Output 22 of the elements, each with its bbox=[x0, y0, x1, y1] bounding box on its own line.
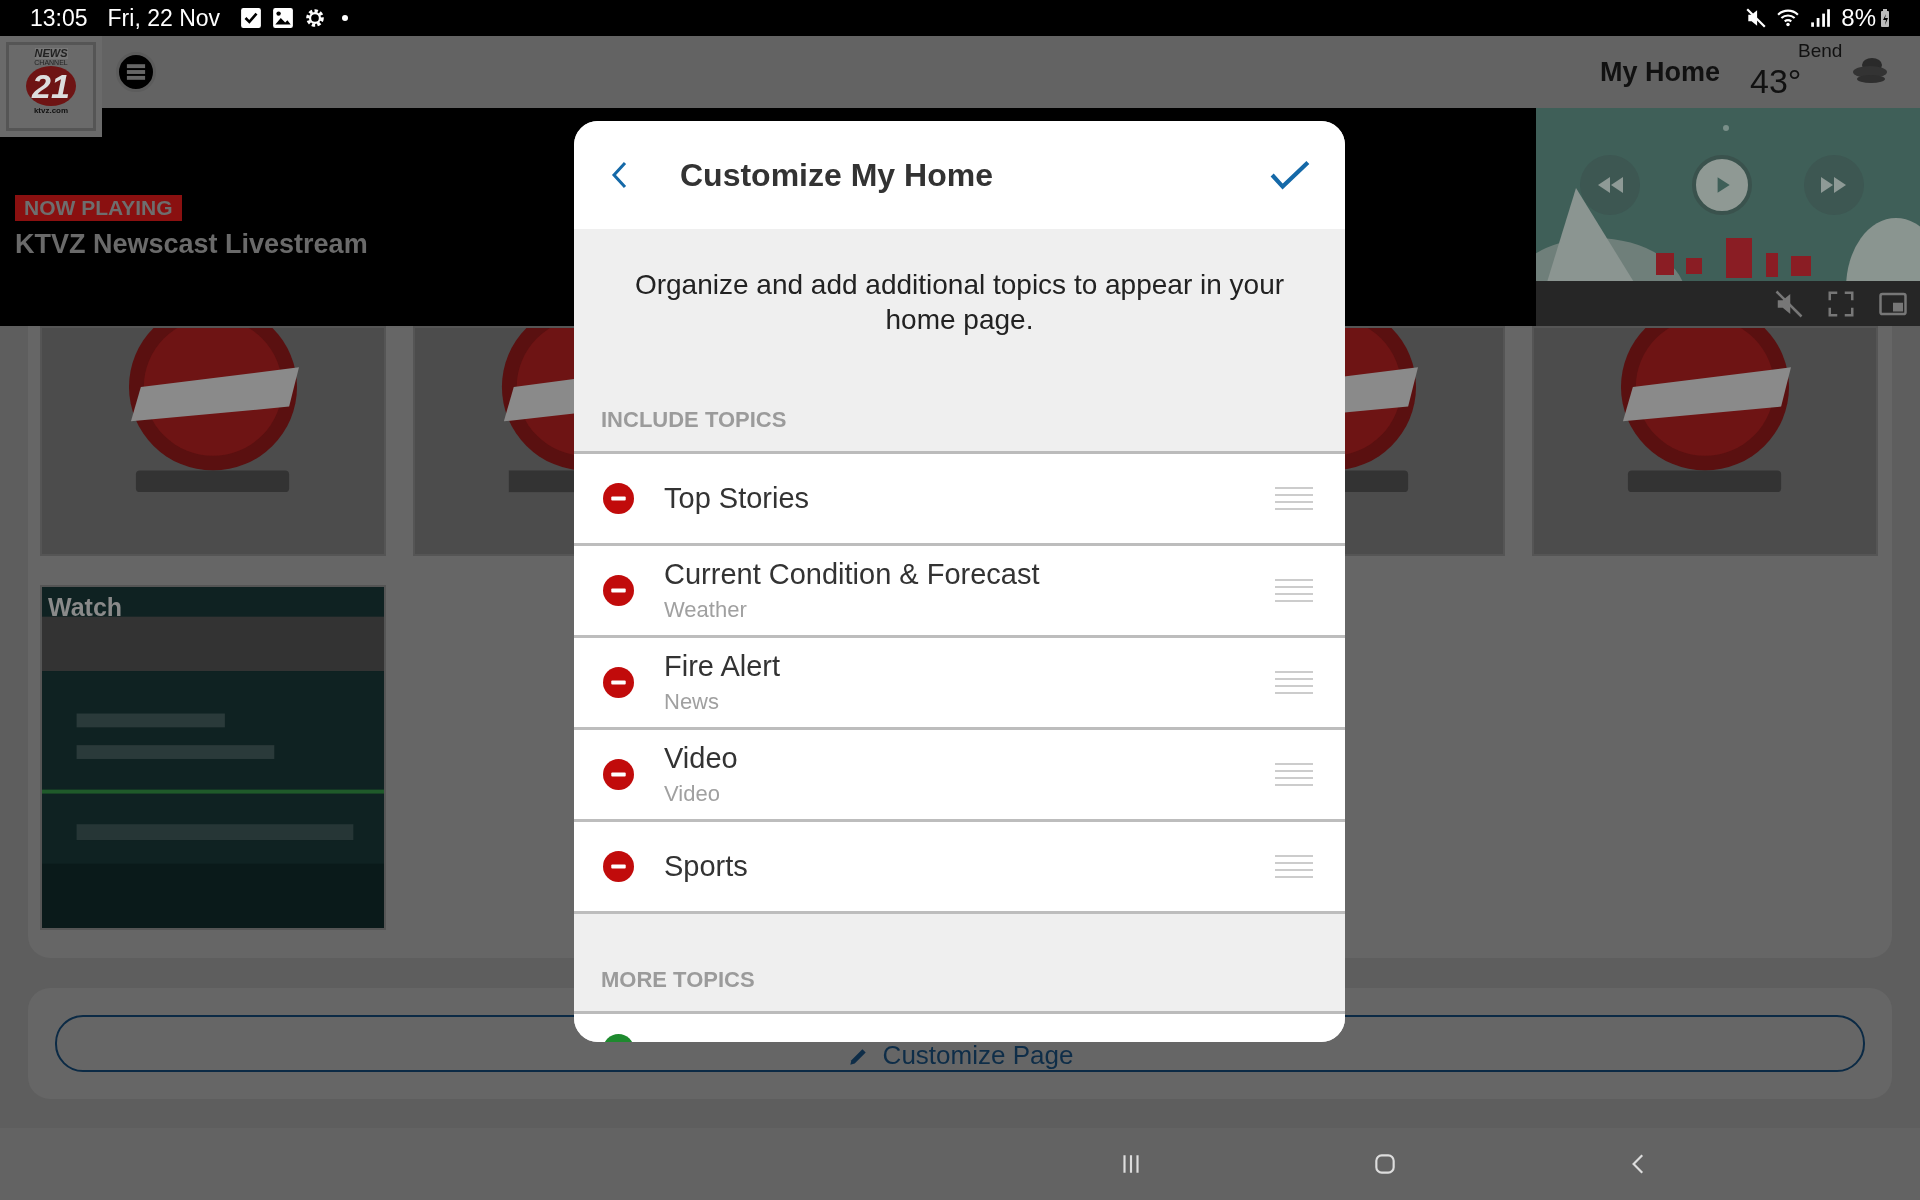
topic-title: Top Stories bbox=[664, 482, 811, 515]
clock: 13:05 bbox=[30, 4, 88, 32]
card-label: Watch bbox=[48, 593, 123, 622]
section-label: INCLUDE TOPICS bbox=[600, 407, 788, 433]
video-card[interactable]: Watch bbox=[40, 585, 386, 930]
temperature: 43° bbox=[1750, 62, 1802, 101]
date: Fri, 22 Nov bbox=[107, 4, 221, 32]
dialog-description: Organize and add additional topics to appear in your home page. bbox=[633, 268, 1286, 337]
topic-title: Fire Alert bbox=[664, 650, 782, 683]
now-playing-badge: NOW PLAYING bbox=[15, 194, 182, 221]
topic-title: Sports bbox=[664, 850, 749, 883]
section-label: MORE TOPICS bbox=[600, 967, 756, 993]
page-title: My Home bbox=[1599, 56, 1720, 88]
dialog-title: Customize My Home bbox=[680, 156, 993, 194]
topic-category: Video bbox=[664, 781, 721, 807]
city-name: Bend bbox=[1798, 40, 1843, 62]
battery-percentage: 8% bbox=[1841, 4, 1876, 32]
stream-title: KTVZ Newscast Livestream bbox=[15, 228, 368, 260]
topic-title: Current Condition & Forecast bbox=[664, 558, 1041, 591]
topic-category: News bbox=[664, 689, 720, 715]
topic-category: Weather bbox=[664, 597, 748, 623]
topic-title: Video bbox=[664, 742, 739, 775]
